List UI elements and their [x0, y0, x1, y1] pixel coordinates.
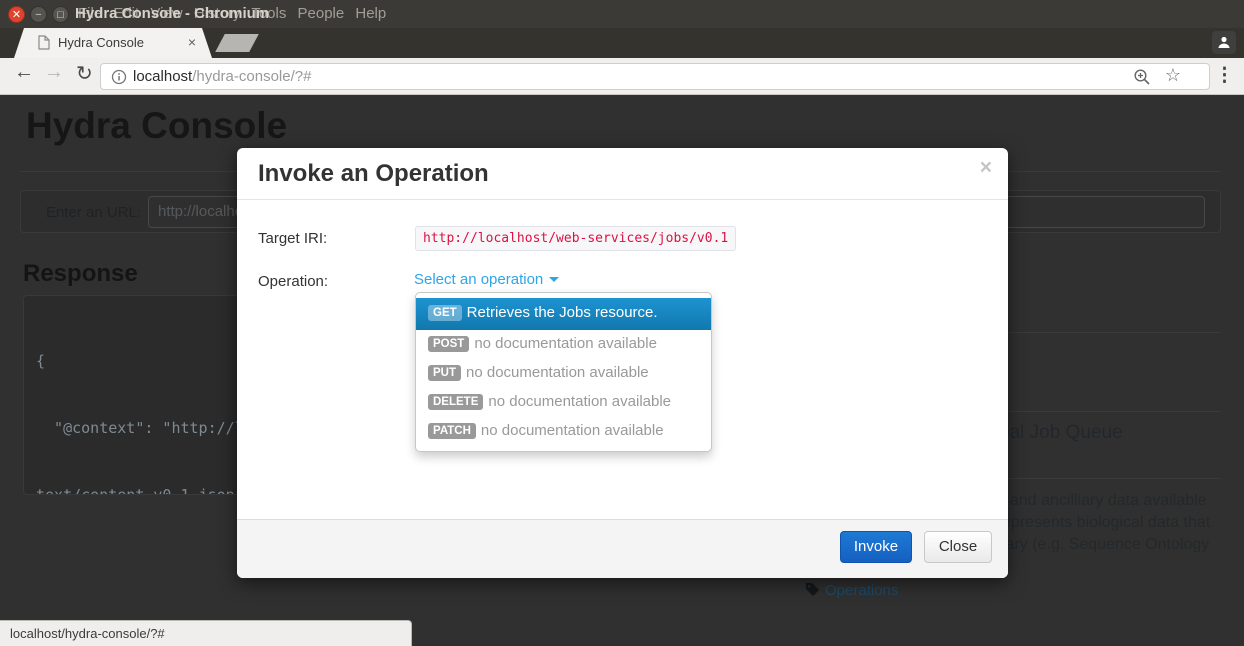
modal-close-icon[interactable]: ×	[980, 156, 992, 180]
window-title: Hydra Console - Chromium	[75, 5, 269, 22]
modal-header: Invoke an Operation ×	[237, 148, 1008, 200]
page-info-icon[interactable]	[111, 69, 127, 90]
close-button[interactable]: Close	[924, 531, 992, 563]
dropdown-item-patch[interactable]: PATCHno documentation available	[416, 417, 711, 446]
target-iri-label: Target IRI:	[258, 230, 327, 247]
zoom-icon[interactable]	[1133, 68, 1151, 91]
operation-dropdown-menu: GETRetrieves the Jobs resource. POSTno d…	[415, 292, 712, 452]
dropdown-item-get[interactable]: GETRetrieves the Jobs resource.	[416, 298, 711, 330]
ubuntu-menu-bar: ✕ − ☐ File Edit View History Tools Peopl…	[0, 0, 1244, 28]
target-iri-value: http://localhost/web-services/jobs/v0.1	[415, 226, 736, 251]
url-path: /hydra-console/?#	[192, 68, 311, 85]
address-bar[interactable]: localhost/hydra-console/?# ☆	[100, 63, 1210, 90]
method-badge: DELETE	[428, 394, 483, 410]
tab-title: Hydra Console	[58, 35, 144, 50]
window-maximize-icon[interactable]: ☐	[52, 6, 69, 23]
tab-hydra-console[interactable]: Hydra Console ×	[14, 28, 212, 58]
doc-class-heading: bal Job Queue	[999, 422, 1123, 444]
bookmark-star-icon[interactable]: ☆	[1165, 65, 1181, 86]
url-entry-label: Enter an URL:	[46, 204, 141, 221]
response-heading: Response	[23, 260, 138, 288]
modal-title: Invoke an Operation	[258, 160, 489, 188]
screen: ✕ − ☐ File Edit View History Tools Peopl…	[0, 0, 1244, 646]
dropdown-item-put[interactable]: PUTno documentation available	[416, 359, 711, 388]
page-title: Hydra Console	[26, 105, 287, 147]
dropdown-item-post[interactable]: POSTno documentation available	[416, 330, 711, 359]
doc-description: l and ancilliary data available epresent…	[1002, 490, 1210, 556]
dropdown-item-delete[interactable]: DELETEno documentation available	[416, 388, 711, 417]
method-badge: POST	[428, 336, 469, 352]
window-close-icon[interactable]: ✕	[8, 6, 25, 23]
operation-select-toggle[interactable]: Select an operation	[414, 271, 559, 288]
back-icon[interactable]: ←	[14, 61, 34, 84]
tab-strip: Hydra Console ×	[0, 28, 1244, 58]
page-favicon-icon	[38, 35, 50, 55]
tag-icon	[805, 582, 820, 597]
status-bubble: localhost/hydra-console/?#	[0, 620, 412, 646]
operations-link[interactable]: Operations	[805, 582, 898, 599]
caret-down-icon	[549, 277, 559, 282]
method-badge: GET	[428, 305, 462, 321]
browser-menu-icon[interactable]: ⋮	[1215, 64, 1234, 87]
url-host: localhost	[133, 68, 192, 85]
forward-icon[interactable]: →	[44, 61, 64, 84]
browser-toolbar: ← → ↻ localhost/hydra-console/?# ☆ ⋮	[0, 58, 1244, 95]
url-text: localhost/hydra-console/?#	[133, 68, 311, 85]
method-badge: PUT	[428, 365, 461, 381]
invoke-button[interactable]: Invoke	[840, 531, 912, 563]
operation-label: Operation:	[258, 273, 328, 290]
browser-profile-avatar[interactable]	[1212, 31, 1236, 54]
modal-footer: Invoke Close	[237, 519, 1008, 578]
new-tab-button[interactable]	[215, 34, 259, 52]
method-badge: PATCH	[428, 423, 476, 439]
invoke-operation-modal: Invoke an Operation × Target IRI: http:/…	[237, 148, 1008, 578]
window-minimize-icon[interactable]: −	[30, 6, 47, 23]
tab-close-icon[interactable]: ×	[188, 34, 196, 50]
reload-icon[interactable]: ↻	[76, 61, 93, 86]
